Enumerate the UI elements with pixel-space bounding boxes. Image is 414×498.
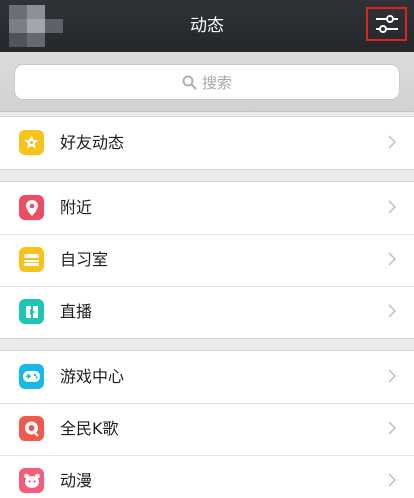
- karaoke-icon: [19, 416, 44, 441]
- list-item-nearby[interactable]: 附近: [0, 182, 414, 234]
- search-placeholder: 搜索: [201, 73, 232, 92]
- list-group-3: 游戏中心 全民K歌 动漫: [0, 350, 414, 498]
- list-item-anime[interactable]: 动漫: [0, 455, 414, 498]
- list-item-label: 直播: [60, 302, 93, 321]
- list-item-friends-feed[interactable]: 好友动态: [0, 117, 414, 169]
- study-room-icon: [19, 247, 44, 272]
- list-item-label: 附近: [60, 198, 93, 217]
- anime-icon: [19, 468, 44, 493]
- search-bar: 搜索: [0, 52, 414, 112]
- search-icon: [182, 75, 197, 90]
- settings-button[interactable]: [366, 7, 407, 41]
- gamepad-icon: [19, 364, 44, 389]
- list-item-karaoke[interactable]: 全民K歌: [0, 403, 414, 455]
- list-group-2: 附近 自习室 直播: [0, 181, 414, 339]
- chevron-right-icon: [388, 135, 396, 149]
- chevron-right-icon: [388, 473, 396, 487]
- list-item-study-room[interactable]: 自习室: [0, 234, 414, 286]
- location-pin-icon: [19, 195, 44, 220]
- chevron-right-icon: [388, 369, 396, 383]
- list-group-1: 好友动态: [0, 116, 414, 170]
- chevron-right-icon: [388, 252, 396, 266]
- chevron-right-icon: [388, 200, 396, 214]
- friends-star-icon: [19, 130, 44, 155]
- list-item-label: 游戏中心: [60, 367, 125, 386]
- page-title: 动态: [190, 16, 224, 36]
- search-input[interactable]: 搜索: [14, 64, 400, 100]
- list-item-live[interactable]: 直播: [0, 286, 414, 338]
- chevron-right-icon: [388, 304, 396, 318]
- chevron-right-icon: [388, 421, 396, 435]
- live-broadcast-icon: [19, 299, 44, 324]
- list-item-label: 好友动态: [60, 133, 125, 152]
- list-item-label: 自习室: [60, 250, 109, 269]
- settings-sliders-icon: [375, 15, 398, 33]
- list-item-game-center[interactable]: 游戏中心: [0, 351, 414, 403]
- list-item-label: 全民K歌: [60, 419, 119, 438]
- list-item-label: 动漫: [60, 471, 93, 490]
- title-bar: 动态: [0, 0, 414, 52]
